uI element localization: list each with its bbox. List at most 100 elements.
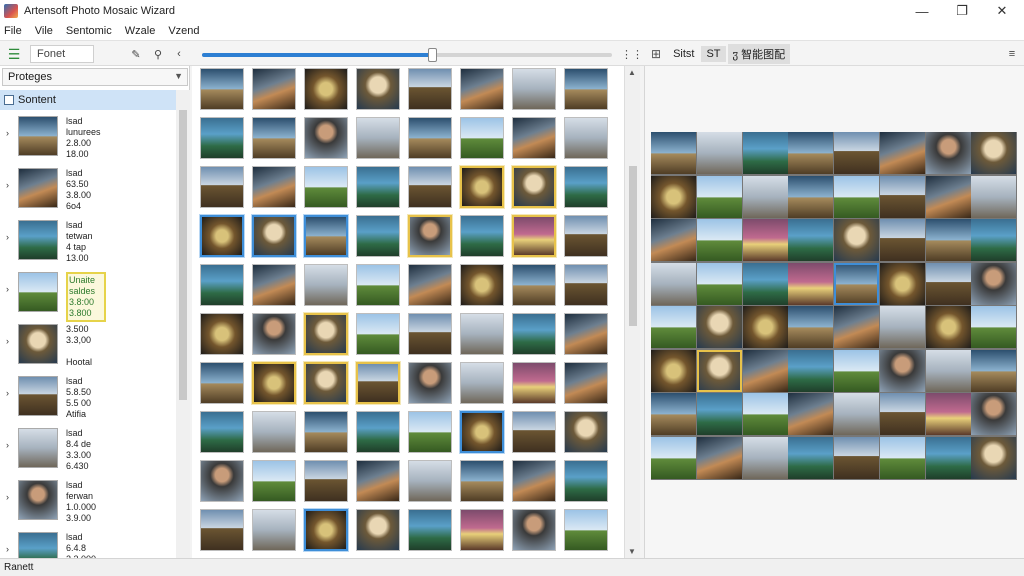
mosaic-tile[interactable] xyxy=(742,175,788,218)
grid-settings-button[interactable]: ⋮⋮ xyxy=(621,45,643,63)
mosaic-tile[interactable] xyxy=(971,349,1017,392)
grid-thumbnail[interactable] xyxy=(564,117,608,159)
grid-thumbnail[interactable] xyxy=(564,313,608,355)
grid-thumbnail[interactable] xyxy=(460,264,504,306)
category-dropdown[interactable]: Proteges ▼ xyxy=(2,68,188,86)
list-view-button[interactable]: ☰ xyxy=(4,45,24,63)
grid-thumbnail[interactable] xyxy=(304,117,348,159)
grid-thumbnail[interactable] xyxy=(460,313,504,355)
mosaic-tile[interactable] xyxy=(971,262,1017,305)
mosaic-tile[interactable] xyxy=(879,262,925,305)
mosaic-tile[interactable] xyxy=(651,436,696,479)
mosaic-tile[interactable] xyxy=(696,393,742,435)
grid-thumbnail[interactable] xyxy=(200,362,244,404)
mosaic-tile[interactable] xyxy=(651,349,696,392)
grid-thumbnail[interactable] xyxy=(460,411,504,453)
tab-sitst[interactable]: Sitst xyxy=(668,46,699,62)
grid-thumbnail[interactable] xyxy=(564,215,608,257)
grid-thumbnail[interactable] xyxy=(356,460,400,502)
list-item[interactable]: › lsad 63.50 3.8.00 6o4 xyxy=(0,164,176,216)
grid-thumbnail[interactable] xyxy=(460,68,504,110)
grid-thumbnail[interactable] xyxy=(252,313,296,355)
mosaic-tile[interactable] xyxy=(742,436,788,479)
grid-thumbnail[interactable] xyxy=(200,411,244,453)
mosaic-tile[interactable] xyxy=(788,393,834,435)
grid-thumbnail[interactable] xyxy=(408,362,452,404)
mosaic-tile[interactable] xyxy=(971,393,1017,435)
grid-thumbnail[interactable] xyxy=(408,68,452,110)
menu-vzend[interactable]: Vzend xyxy=(168,25,199,37)
grid-thumbnail[interactable] xyxy=(356,166,400,208)
chevron-right-icon[interactable]: › xyxy=(6,336,9,346)
menu-view[interactable]: Vile xyxy=(35,25,53,37)
list-item[interactable]: › lsad 5.8.50 5.5 00 Atifia xyxy=(0,372,176,424)
mosaic-tile[interactable] xyxy=(651,262,696,305)
mosaic-tile[interactable] xyxy=(925,349,971,392)
list-item[interactable]: › lsad 8.4 de 3.3.00 6.430 xyxy=(0,424,176,476)
mosaic-tile[interactable] xyxy=(925,306,971,348)
mosaic-tile[interactable] xyxy=(971,436,1017,479)
grid-thumbnail[interactable] xyxy=(512,117,556,159)
grid-thumbnail[interactable] xyxy=(512,166,556,208)
chevron-right-icon[interactable]: › xyxy=(6,492,9,502)
list-item[interactable]: › 3.500 3.3,00 Hootal xyxy=(0,320,176,372)
grid-thumbnail[interactable] xyxy=(252,215,296,257)
menu-wzale[interactable]: Wzale xyxy=(125,25,156,37)
chevron-right-icon[interactable]: › xyxy=(6,388,9,398)
mosaic-tile[interactable] xyxy=(742,132,788,174)
grid-thumbnail[interactable] xyxy=(512,68,556,110)
back-button[interactable]: ‹ xyxy=(172,45,186,63)
grid-thumbnail[interactable] xyxy=(252,509,296,551)
mosaic-tile[interactable] xyxy=(879,436,925,479)
grid-thumbnail[interactable] xyxy=(408,460,452,502)
grid-thumbnail[interactable] xyxy=(460,215,504,257)
grid-thumbnail[interactable] xyxy=(512,509,556,551)
mosaic-tile[interactable] xyxy=(788,132,834,174)
mosaic-tile[interactable] xyxy=(834,262,879,305)
grid-thumbnail[interactable] xyxy=(304,411,348,453)
chevron-right-icon[interactable]: › xyxy=(6,544,9,554)
list-item[interactable]: › lsad ferwan 1.0.000 3.9.00 xyxy=(0,476,176,528)
grid-thumbnail[interactable] xyxy=(252,362,296,404)
maximize-button[interactable]: ❐ xyxy=(942,0,982,22)
mosaic-tile[interactable] xyxy=(651,306,696,348)
left-scrollbar-thumb[interactable] xyxy=(179,110,187,400)
grid-thumbnail[interactable] xyxy=(460,509,504,551)
mosaic-tile[interactable] xyxy=(879,219,925,261)
list-item[interactable]: › Unaite saldes 3.8:00 3.800 xyxy=(0,268,176,322)
grid-thumbnail[interactable] xyxy=(356,411,400,453)
grid-thumbnail[interactable] xyxy=(408,411,452,453)
mosaic-tile[interactable] xyxy=(834,349,879,392)
list-item[interactable]: › lsad lunurees 2.8.00 18.00 xyxy=(0,112,176,164)
grid-thumbnail[interactable] xyxy=(252,68,296,110)
grid-thumbnail[interactable] xyxy=(564,166,608,208)
grid-thumbnail[interactable] xyxy=(200,509,244,551)
mosaic-tile[interactable] xyxy=(742,262,788,305)
list-item[interactable]: › lsad6.4.82.3.000 xyxy=(0,528,176,558)
grid-thumbnail[interactable] xyxy=(200,117,244,159)
grid-scrollbar-thumb[interactable] xyxy=(629,166,637,326)
mosaic-tile[interactable] xyxy=(742,306,788,348)
grid-thumbnail[interactable] xyxy=(356,313,400,355)
mosaic-tile[interactable] xyxy=(971,219,1017,261)
left-scrollbar[interactable] xyxy=(176,90,190,558)
grid-thumbnail[interactable] xyxy=(356,117,400,159)
mosaic-tile[interactable] xyxy=(971,132,1017,174)
mosaic-tile[interactable] xyxy=(742,393,788,435)
grid-thumbnail[interactable] xyxy=(200,166,244,208)
mosaic-tile[interactable] xyxy=(834,393,879,435)
grid-thumbnail[interactable] xyxy=(512,460,556,502)
grid-thumbnail[interactable] xyxy=(200,264,244,306)
mosaic-tile[interactable] xyxy=(834,132,879,174)
mosaic-tile[interactable] xyxy=(696,349,742,392)
grid-thumbnail[interactable] xyxy=(460,362,504,404)
mosaic-tile[interactable] xyxy=(651,219,696,261)
mosaic-tile[interactable] xyxy=(879,393,925,435)
grid-thumbnail[interactable] xyxy=(304,215,348,257)
grid-thumbnail[interactable] xyxy=(252,264,296,306)
mosaic-tile[interactable] xyxy=(696,132,742,174)
tree-header[interactable]: Sontent xyxy=(0,90,176,110)
grid-thumbnail[interactable] xyxy=(460,117,504,159)
mosaic-tile[interactable] xyxy=(925,393,971,435)
grid-thumbnail[interactable] xyxy=(408,264,452,306)
